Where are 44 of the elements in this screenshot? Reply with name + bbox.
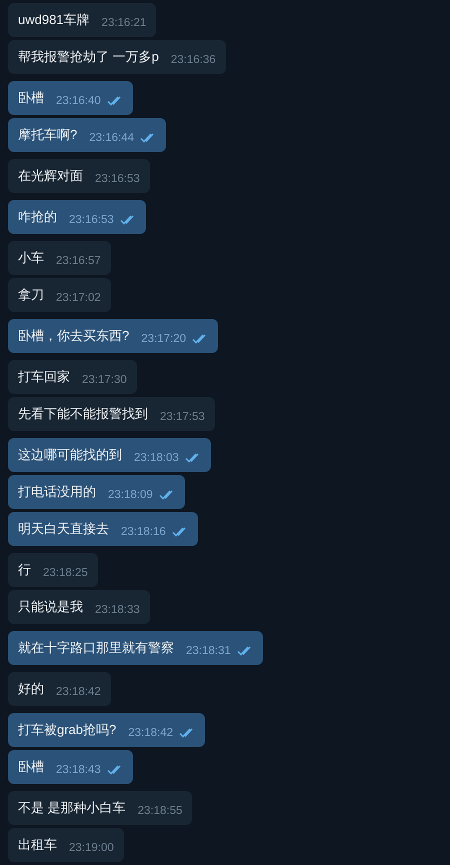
message-text: 打电话没用的 <box>18 484 96 501</box>
message-text: uwd981车牌 <box>18 12 90 29</box>
message-time: 23:18:16 <box>121 525 166 539</box>
message-time: 23:16:36 <box>170 53 216 67</box>
message-text: 先看下能不能报警找到 <box>18 406 148 423</box>
message-text: 卧槽，你去买东西? <box>18 328 130 345</box>
message-time: 23:18:25 <box>43 566 88 580</box>
message-text: 只能说是我 <box>18 599 83 616</box>
message-text: 行 <box>18 562 31 579</box>
message-text: 明天白天直接去 <box>18 521 109 538</box>
message-text: 就在十字路口那里就有警察 <box>18 640 174 657</box>
message-time: 23:16:53 <box>69 213 114 227</box>
message-time: 23:17:53 <box>160 410 205 424</box>
message-time: 23:18:42 <box>56 685 101 699</box>
message-text: 帮我报警抢劫了 一万多p <box>18 49 159 66</box>
message-text: 在光辉对面 <box>18 168 83 185</box>
message-time: 23:18:55 <box>138 804 182 818</box>
message-time: 23:18:33 <box>95 603 140 617</box>
message-text: 好的 <box>18 681 44 698</box>
message-time: 23:18:09 <box>108 488 153 502</box>
message-time: 23:18:31 <box>186 644 231 658</box>
message-time: 23:19:00 <box>69 841 114 855</box>
message-text: 卧槽 <box>18 90 44 107</box>
message-time: 23:16:44 <box>89 131 134 145</box>
message-time: 23:17:02 <box>56 291 101 305</box>
message-text: 摩托车啊? <box>18 127 78 144</box>
message-text: 打车被grab抢吗? <box>18 722 116 739</box>
message-time: 23:18:43 <box>56 763 101 777</box>
message-text: 这边哪可能找的到 <box>18 447 122 464</box>
message-time: 23:17:20 <box>141 332 186 346</box>
message-time: 23:16:57 <box>56 254 101 268</box>
message-text: 打车回家 <box>18 369 70 386</box>
message-text: 卧槽 <box>18 759 44 776</box>
message-text: 拿刀 <box>18 287 44 304</box>
message-time: 23:16:21 <box>102 16 146 30</box>
message-time: 23:18:03 <box>134 451 179 465</box>
message-text: 出租车 <box>18 837 57 854</box>
message-time: 23:18:42 <box>128 726 174 740</box>
message-time: 23:17:30 <box>82 373 127 387</box>
message-time: 23:16:40 <box>56 94 101 108</box>
message-text: 不是 是那种小白车 <box>18 800 126 817</box>
message-text: 小车 <box>18 250 44 267</box>
message-time: 23:16:53 <box>95 172 140 186</box>
message-text: 咋抢的 <box>18 209 57 226</box>
